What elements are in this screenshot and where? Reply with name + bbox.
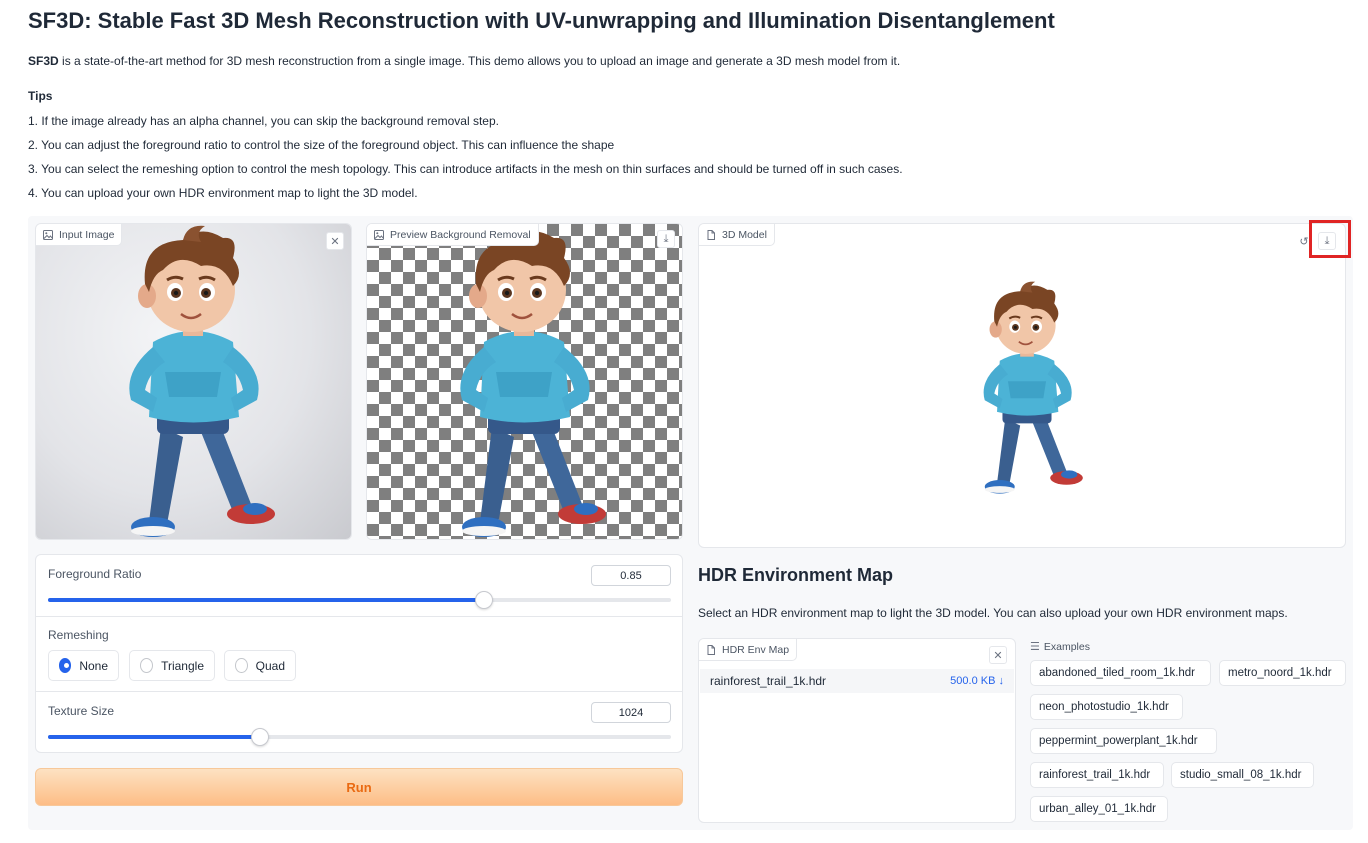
input-image-panel[interactable]: Input Image ✕ <box>35 223 352 540</box>
input-image-label-text: Input Image <box>59 228 115 241</box>
download-highlight-box <box>1309 220 1351 258</box>
texture-size-input[interactable]: 1024 <box>591 702 671 723</box>
tip-3: 3. You can select the remeshing option t… <box>28 162 903 176</box>
run-button[interactable]: Run <box>35 768 683 806</box>
tip-2: 2. You can adjust the foreground ratio t… <box>28 138 615 152</box>
example-peppermint-powerplant[interactable]: peppermint_powerplant_1k.hdr <box>1030 728 1217 754</box>
undo-icon: ↺ <box>1299 235 1309 248</box>
hdr-file-name: rainforest_trail_1k.hdr <box>710 674 827 688</box>
image-icon <box>374 229 384 240</box>
file-icon <box>707 644 715 655</box>
image-icon <box>43 229 53 240</box>
radio-selected-icon <box>59 658 72 673</box>
example-studio-small-08[interactable]: studio_small_08_1k.hdr <box>1171 762 1314 788</box>
divider <box>36 616 682 617</box>
example-metro-noord[interactable]: metro_noord_1k.hdr <box>1219 660 1346 686</box>
hdr-file-label: HDR Env Map <box>699 639 798 661</box>
character-cutout <box>458 224 608 539</box>
file-icon <box>707 229 715 240</box>
tip-1: 1. If the image already has an alpha cha… <box>28 114 499 128</box>
remeshing-label: Remeshing <box>48 628 109 642</box>
texture-size-fill <box>48 735 260 739</box>
radio-icon <box>140 658 154 673</box>
character-image <box>127 224 277 539</box>
intro-rest: is a state-of-the-art method for 3D mesh… <box>58 54 901 68</box>
page-title: SF3D: Stable Fast 3D Mesh Reconstruction… <box>28 8 1055 33</box>
examples-label: ☰ Examples <box>1030 640 1090 654</box>
texture-size-thumb[interactable] <box>250 728 269 746</box>
hdr-section-title: HDR Environment Map <box>698 565 894 585</box>
list-icon: ☰ <box>1030 641 1040 653</box>
remeshing-option-quad[interactable]: Quad <box>224 650 296 681</box>
remeshing-option-quad-label: Quad <box>255 658 285 673</box>
close-icon: ✕ <box>330 235 340 248</box>
clear-image-button[interactable]: ✕ <box>326 232 344 250</box>
download-icon: ⤓ <box>663 232 669 245</box>
hdr-file-label-text: HDR Env Map <box>722 643 790 656</box>
clear-hdr-button[interactable]: ✕ <box>989 646 1007 664</box>
model-viewer-panel[interactable]: 3D Model ↺ ⤓ <box>698 223 1346 548</box>
foreground-ratio-label: Foreground Ratio <box>48 567 142 581</box>
texture-size-slider[interactable] <box>48 728 671 746</box>
foreground-ratio-fill <box>48 598 485 602</box>
foreground-ratio-thumb[interactable] <box>475 591 494 609</box>
remeshing-option-none-label: None <box>79 658 108 673</box>
tips-heading: Tips <box>28 89 53 103</box>
preview-label-text: Preview Background Removal <box>390 228 531 241</box>
intro-bold: SF3D <box>28 54 59 68</box>
input-image-label: Input Image <box>36 224 123 246</box>
hdr-file-row: rainforest_trail_1k.hdr 500.0 KB ↓ <box>700 669 1014 693</box>
foreground-ratio-slider[interactable] <box>48 591 671 609</box>
divider <box>36 691 682 692</box>
hdr-file-size-link[interactable]: 500.0 KB ↓ <box>950 675 1004 687</box>
example-urban-alley-01[interactable]: urban_alley_01_1k.hdr <box>1030 796 1168 822</box>
example-abandoned-tiled-room[interactable]: abandoned_tiled_room_1k.hdr <box>1030 660 1211 686</box>
texture-size-label: Texture Size <box>48 704 115 718</box>
radio-icon <box>235 658 248 673</box>
example-rainforest-trail[interactable]: rainforest_trail_1k.hdr <box>1030 762 1164 788</box>
preview-label: Preview Background Removal <box>367 224 539 246</box>
hdr-file-panel[interactable]: HDR Env Map ✕ rainforest_trail_1k.hdr 50… <box>698 638 1016 823</box>
model-label: 3D Model <box>699 224 775 246</box>
examples-label-text: Examples <box>1043 640 1090 653</box>
remeshing-option-triangle[interactable]: Triangle <box>129 650 215 681</box>
model-label-text: 3D Model <box>722 228 767 241</box>
remeshing-option-none[interactable]: None <box>48 650 119 681</box>
settings-panel: Foreground Ratio 0.85 Remeshing None Tri… <box>35 554 683 753</box>
intro-text: SF3D is a state-of-the-art method for 3D… <box>28 54 900 68</box>
remeshing-option-triangle-label: Triangle <box>161 658 204 673</box>
preview-download-button[interactable]: ⤓ <box>657 230 675 248</box>
3d-model-render[interactable] <box>952 279 1102 497</box>
example-neon-photostudio[interactable]: neon_photostudio_1k.hdr <box>1030 694 1183 720</box>
close-icon: ✕ <box>993 649 1003 662</box>
preview-panel: Preview Background Removal ⤓ <box>366 223 683 540</box>
tip-4: 4. You can upload your own HDR environme… <box>28 186 418 200</box>
hdr-section-description: Select an HDR environment map to light t… <box>698 606 1288 620</box>
foreground-ratio-input[interactable]: 0.85 <box>591 565 671 586</box>
